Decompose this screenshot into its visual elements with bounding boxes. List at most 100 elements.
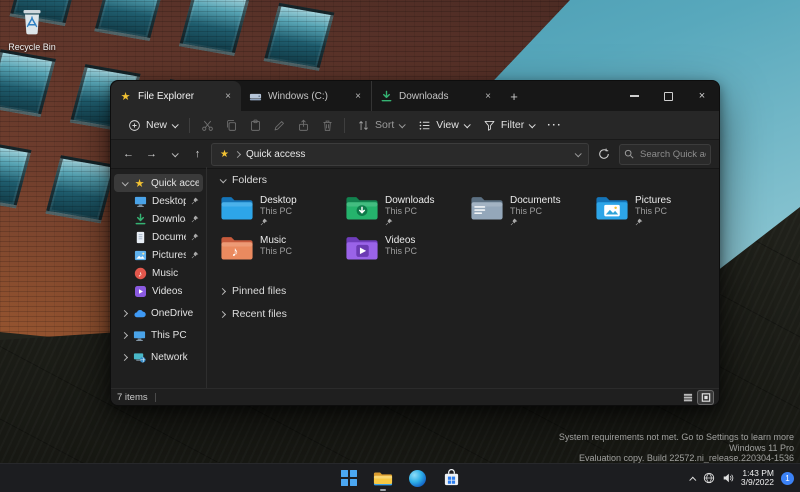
pin-icon (635, 218, 643, 226)
sort-button[interactable]: Sort (350, 119, 411, 132)
folder-tile-videos[interactable]: Videos This PC (345, 234, 470, 274)
folder-tile-pictures[interactable]: Pictures This PC (595, 194, 719, 234)
taskbar-store-button[interactable] (440, 467, 462, 489)
building-window (45, 155, 117, 224)
running-indicator (380, 488, 386, 491)
notification-badge[interactable]: 1 (781, 471, 794, 485)
new-tab-button[interactable]: + (501, 89, 527, 104)
expander-icon[interactable] (120, 178, 129, 186)
taskbar-edge-button[interactable] (406, 467, 428, 489)
sidebar-item-documents[interactable]: Documents (114, 228, 203, 246)
paste-button[interactable] (243, 119, 267, 132)
folder-tile-music[interactable]: ♪ Music This PC (220, 234, 345, 274)
rename-button[interactable] (267, 119, 291, 132)
folder-tile-downloads[interactable]: Downloads This PC (345, 194, 470, 234)
command-bar: New Sort View Filter ··· (111, 111, 719, 140)
share-button[interactable] (291, 119, 315, 132)
tab-close-icon[interactable]: × (223, 91, 233, 102)
view-button[interactable]: View (411, 119, 476, 132)
folder-tile-desktop[interactable]: Desktop This PC (220, 194, 345, 234)
folder-location: This PC (635, 206, 668, 216)
breadcrumb[interactable]: ★ Quick access (211, 142, 589, 166)
sidebar-item-pictures[interactable]: Pictures (114, 246, 203, 264)
expander-icon[interactable] (120, 309, 128, 317)
tab-file-explorer[interactable]: ★ File Explorer × (111, 81, 241, 111)
sidebar-item-desktop[interactable]: Desktop (114, 192, 203, 210)
breadcrumb-location[interactable]: Quick access (246, 149, 305, 160)
building-window (178, 0, 250, 56)
svg-text:♪: ♪ (138, 269, 142, 278)
sidebar-item-label: Network (151, 351, 188, 363)
sidebar-item-videos[interactable]: Videos (114, 282, 203, 300)
taskbar-file-explorer-button[interactable] (372, 467, 394, 491)
chevron-down-icon (528, 120, 536, 128)
chevron-down-icon (219, 175, 227, 183)
recycle-bin-shortcut[interactable]: Recycle Bin (8, 6, 56, 52)
new-button[interactable]: New (121, 119, 184, 132)
tab-close-icon[interactable]: × (353, 91, 363, 102)
recent-locations-button[interactable] (165, 149, 184, 157)
cut-button[interactable] (195, 119, 219, 132)
folder-name: Desktop (260, 195, 297, 206)
new-label: New (146, 119, 168, 131)
sidebar-item-music[interactable]: ♪ Music (114, 264, 203, 282)
sidebar-item-downloads[interactable]: Downloads (114, 210, 203, 228)
copy-button[interactable] (219, 119, 243, 132)
sidebar-item-label: Documents (152, 231, 186, 243)
close-icon: × (698, 89, 706, 102)
expander-icon[interactable] (120, 353, 128, 361)
filter-icon (484, 120, 495, 131)
status-divider (154, 392, 156, 402)
forward-button[interactable]: → (142, 148, 161, 160)
pin-icon (191, 197, 199, 205)
sidebar-item-quick-access[interactable]: ★ Quick access (114, 174, 203, 192)
music-icon: ♪ (134, 267, 147, 279)
up-button[interactable]: ↑ (188, 148, 207, 160)
onedrive-cloud-icon (134, 309, 146, 317)
view-label: View (436, 119, 459, 131)
tab-windows-c[interactable]: Windows (C:) × (241, 81, 371, 111)
address-dropdown-icon[interactable] (574, 149, 582, 157)
status-bar: 7 items (111, 388, 719, 405)
delete-button[interactable] (315, 119, 339, 132)
volume-icon[interactable] (722, 472, 734, 484)
sidebar-item-this-pc[interactable]: This PC (114, 326, 203, 344)
minimize-button[interactable] (617, 81, 651, 111)
search-icon (624, 149, 634, 159)
tab-downloads[interactable]: Downloads × (371, 81, 501, 111)
folder-name: Downloads (385, 195, 435, 206)
chevron-down-icon (463, 120, 471, 128)
back-button[interactable]: ← (119, 148, 138, 160)
icons-view-button[interactable] (698, 390, 713, 404)
folder-location: This PC (385, 246, 418, 256)
tab-close-icon[interactable]: × (483, 91, 493, 102)
section-pinned-files[interactable]: Pinned files (218, 285, 719, 297)
folder-tile-documents[interactable]: Documents This PC (470, 194, 595, 234)
new-plus-icon (129, 119, 140, 131)
download-icon (381, 90, 392, 101)
folder-music-icon: ♪ (221, 237, 253, 260)
filter-button[interactable]: Filter (476, 119, 541, 132)
see-more-button[interactable]: ··· (541, 119, 568, 131)
address-bar: ← → ↑ ★ Quick access (111, 140, 719, 169)
details-view-button[interactable] (680, 391, 695, 404)
start-button[interactable] (338, 467, 360, 489)
network-tray-icon[interactable] (703, 472, 715, 484)
search-box (619, 143, 711, 165)
sidebar-item-onedrive[interactable]: OneDrive (114, 304, 203, 322)
section-folders[interactable]: Folders (219, 173, 719, 187)
close-button[interactable]: × (685, 81, 719, 111)
maximize-button[interactable] (651, 81, 685, 111)
chevron-right-icon (218, 310, 227, 318)
expander-icon[interactable] (120, 331, 128, 339)
section-recent-files[interactable]: Recent files (218, 308, 719, 320)
chevron-down-icon (398, 120, 407, 128)
sidebar-item-label: Desktop (152, 195, 186, 207)
edge-icon (408, 469, 426, 487)
taskbar-clock[interactable]: 1:43 PM 3/9/2022 (741, 468, 774, 488)
chevron-right-icon (233, 150, 242, 158)
sidebar-item-network[interactable]: Network (114, 348, 203, 366)
tray-overflow-button[interactable] (689, 469, 697, 487)
folder-desktop-icon (221, 197, 253, 220)
refresh-button[interactable] (593, 148, 615, 160)
